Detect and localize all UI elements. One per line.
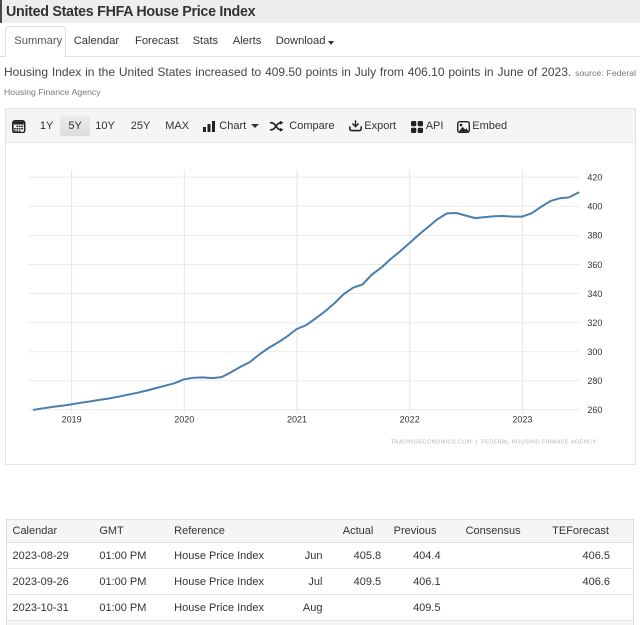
svg-text:280: 280 xyxy=(587,376,602,386)
svg-text:2019: 2019 xyxy=(62,415,82,425)
svg-text:TRADINGECONOMICS.COM | FEDER: TRADINGECONOMICS.COM | FEDERAL HOUSING F… xyxy=(391,440,597,446)
svg-text:380: 380 xyxy=(587,231,602,241)
svg-text:2022: 2022 xyxy=(400,415,420,425)
svg-text:2020: 2020 xyxy=(174,415,194,425)
svg-text:420: 420 xyxy=(587,173,602,183)
svg-text:340: 340 xyxy=(587,289,602,299)
svg-text:2021: 2021 xyxy=(287,415,307,425)
svg-text:260: 260 xyxy=(587,405,602,415)
svg-text:360: 360 xyxy=(587,260,602,270)
svg-text:2023: 2023 xyxy=(512,415,532,425)
svg-text:300: 300 xyxy=(587,347,602,357)
svg-text:320: 320 xyxy=(587,318,602,328)
svg-text:400: 400 xyxy=(587,202,602,212)
